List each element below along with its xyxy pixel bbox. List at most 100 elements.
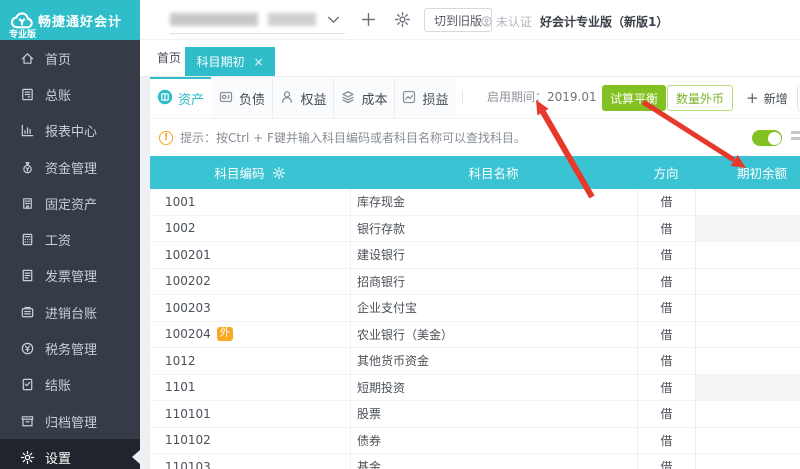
closing-icon	[20, 377, 35, 392]
report-icon	[20, 123, 35, 138]
add-account-set-icon[interactable]	[360, 11, 377, 28]
trade-ledger-icon	[20, 305, 35, 320]
sidebar-item-tax[interactable]: 税务管理	[0, 330, 140, 366]
sidebar-item-label: 归档管理	[45, 415, 98, 431]
category-tab-label: 损益	[422, 93, 449, 108]
opening-balance-cell[interactable]	[695, 321, 800, 347]
category-tab-liability[interactable]: 负债	[211, 77, 272, 118]
opening-balance-cell[interactable]	[695, 295, 800, 321]
sidebar-item-settings[interactable]: 设置	[0, 439, 140, 469]
brand-edition: 专业版	[9, 30, 37, 40]
subject-code: 1101	[165, 380, 196, 395]
plus-icon: +	[746, 88, 759, 107]
subject-code: 100204	[165, 327, 211, 342]
table-row[interactable]: 100203 企业支付宝 借	[150, 295, 800, 322]
clipped-toggle-label	[791, 131, 800, 147]
subject-direction: 借	[637, 189, 695, 215]
subject-name: 股票	[350, 401, 637, 427]
sidebar-item-assets[interactable]: 固定资产	[0, 185, 140, 221]
subject-direction: 借	[637, 321, 695, 347]
category-tab-asset[interactable]: 资产	[150, 77, 211, 118]
add-subject-button[interactable]: + 新增	[746, 85, 788, 111]
brand-title: 畅捷通好会计	[38, 15, 123, 30]
sidebar-item-label: 设置	[45, 451, 72, 467]
table-row[interactable]: 1001 库存现金 借	[150, 189, 800, 216]
category-tab-label: 负债	[238, 93, 265, 108]
sidebar-item-home[interactable]: 首页	[0, 40, 140, 76]
category-tab-pnl[interactable]: 损益	[394, 77, 455, 118]
ledger-icon	[20, 87, 35, 102]
trial-balance-button[interactable]: 试算平衡	[602, 85, 667, 111]
cert-status: 未认证	[480, 13, 532, 30]
subject-code: 100202	[165, 274, 211, 289]
sidebar-item-label: 报表中心	[45, 125, 98, 141]
brand-logo: 畅捷通好会计 专业版	[0, 0, 140, 40]
subject-direction: 借	[637, 348, 695, 374]
qty-foreign-currency-button[interactable]: 数量外币	[667, 85, 734, 111]
table-row[interactable]: 1012 其他货币资金 借	[150, 348, 800, 375]
sidebar-item-funds[interactable]: 资金管理	[0, 149, 140, 185]
table-row[interactable]: 100201 建设银行 借	[150, 242, 800, 269]
sidebar-item-closing[interactable]: 结账	[0, 367, 140, 403]
table-row[interactable]: 100204 外 农业银行（美金） 借	[150, 321, 800, 348]
opening-balance-cell[interactable]	[695, 401, 800, 427]
company-selector[interactable]	[170, 10, 345, 32]
subjects-table: 科目编码 科目名称 方向 期初余额 1001 库存现金 借 1002 银行存款 …	[150, 156, 800, 469]
fixed-asset-icon	[20, 196, 35, 211]
table-row[interactable]: 1101 短期投资 借	[150, 374, 800, 401]
sidebar-item-reports[interactable]: 报表中心	[0, 113, 140, 149]
opening-balance-cell[interactable]	[695, 454, 800, 469]
col-header-code: 科目编码	[150, 163, 350, 182]
sidebar-item-label: 首页	[45, 52, 72, 68]
opening-balance-cell[interactable]	[695, 215, 800, 241]
opening-balance-cell[interactable]	[695, 242, 800, 268]
opening-balance-cell[interactable]	[695, 189, 800, 215]
col-header-opening-balance: 期初余额	[736, 166, 787, 181]
subject-direction: 借	[637, 427, 695, 453]
sidebar-item-ledger[interactable]: 总账	[0, 76, 140, 112]
table-row[interactable]: 1002 银行存款 借	[150, 215, 800, 242]
subject-direction: 借	[637, 268, 695, 294]
table-row[interactable]: 110103 基金 借	[150, 454, 800, 469]
sidebar-item-invoice[interactable]: 发票管理	[0, 258, 140, 294]
sidebar-item-salary[interactable]: 工资	[0, 221, 140, 257]
sidebar-item-archive[interactable]: 归档管理	[0, 403, 140, 439]
sidebar-item-label: 税务管理	[45, 343, 98, 359]
category-tab-equity[interactable]: 权益	[272, 77, 333, 118]
column-settings-gear-icon[interactable]	[272, 166, 286, 180]
subject-direction: 借	[637, 295, 695, 321]
company-name-redacted	[170, 13, 258, 26]
sidebar-item-trade[interactable]: 进销台账	[0, 294, 140, 330]
top-header: 畅捷通好会计 专业版 切到旧版 未认证 好会计专业版（新版1）	[0, 0, 800, 40]
header-settings-gear-icon[interactable]	[394, 11, 411, 28]
display-toggle[interactable]	[752, 130, 782, 146]
table-row[interactable]: 110102 债券 借	[150, 427, 800, 454]
subject-name: 基金	[350, 454, 637, 469]
company-underline	[170, 33, 345, 34]
enable-period-value: 2019.01	[547, 90, 597, 104]
table-row[interactable]: 110101 股票 借	[150, 401, 800, 428]
sidebar-item-label: 工资	[45, 234, 72, 250]
opening-balance-cell[interactable]	[695, 348, 800, 374]
home-icon	[20, 51, 35, 66]
category-tabs: 资产 负债 权益 成本 损益	[150, 77, 455, 118]
funds-icon	[20, 160, 35, 175]
category-tab-cost[interactable]: 成本	[333, 77, 394, 118]
subject-name: 银行存款	[350, 215, 637, 241]
col-header-direction: 方向	[653, 166, 679, 181]
col-header-name: 科目名称	[468, 166, 519, 181]
chevron-down-icon[interactable]	[325, 11, 342, 28]
category-tab-label: 资产	[177, 93, 204, 108]
hint-text: 提示：按Ctrl + F键并输入科目编码或者科目名称可以查找科目。	[180, 131, 526, 145]
subject-name: 企业支付宝	[350, 295, 637, 321]
subject-name: 短期投资	[350, 374, 637, 400]
opening-balance-cell[interactable]	[695, 374, 800, 400]
opening-balance-cell[interactable]	[695, 268, 800, 294]
table-row[interactable]: 100202 招商银行 借	[150, 268, 800, 295]
sidebar-item-label: 进销台账	[45, 306, 98, 322]
close-tab-icon[interactable]: ×	[253, 55, 263, 69]
subject-code: 110103	[165, 459, 211, 469]
tab-subject-initial[interactable]: 科目期初 ×	[185, 47, 275, 76]
opening-balance-cell[interactable]	[695, 427, 800, 453]
subject-code: 100203	[165, 300, 211, 315]
